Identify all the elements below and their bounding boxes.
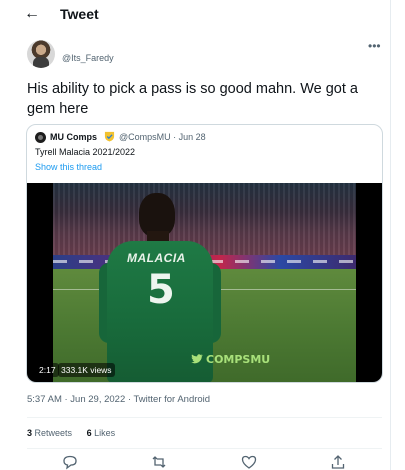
tweet-author: @Its_Faredy ••• [0,38,390,74]
more-icon[interactable]: ••• [368,39,381,53]
page-title: Tweet [60,6,99,22]
quoted-tweet-card[interactable]: MU Comps @CompsMU · Jun 28 Tyrell Malaci… [26,124,383,383]
column-divider [390,0,391,470]
likes-stat[interactable]: 6 Likes [87,428,116,438]
verified-badge-icon [104,131,115,142]
reply-icon[interactable] [62,454,78,470]
author-handle[interactable]: @Its_Faredy [62,53,114,63]
video-frame: MALACIA 5 COMPSMU [53,183,356,382]
retweet-icon[interactable] [151,454,167,470]
bird-icon [191,354,203,364]
show-thread-link[interactable]: Show this thread [35,162,102,172]
tweet-timestamp[interactable]: 5:37 AM · Jun 29, 2022 · Twitter for And… [27,394,210,405]
retweets-count: 3 [27,428,33,438]
tweet-actions [0,454,390,470]
tweet-text: His ability to pick a pass is so good ma… [27,81,358,117]
avatar[interactable] [27,40,55,68]
app-header: ← Tweet [0,0,390,30]
quoted-author-name[interactable]: MU Comps [50,132,97,142]
likes-count: 6 [86,428,92,438]
watermark-text: COMPSMU [206,353,271,366]
quoted-avatar[interactable] [35,132,46,143]
video-player[interactable]: MALACIA 5 COMPSMU 2:17 333.1K views [27,183,382,382]
video-watermark: COMPSMU [191,353,270,366]
heart-icon[interactable] [241,454,257,470]
retweets-stat[interactable]: 3 Retweets [27,428,72,438]
shirt-number: 5 [147,267,175,313]
video-views: 333.1K views [58,363,115,377]
divider [27,417,382,418]
tweet-stats: 3 Retweets 6 Likes [27,428,115,438]
quoted-author-meta: @CompsMU · Jun 28 [119,132,206,142]
video-duration: 2:17 [36,363,59,377]
share-icon[interactable] [330,454,346,470]
likes-label: Likes [94,428,116,438]
shirt-name: MALACIA [127,251,186,265]
divider [27,448,382,449]
retweets-label: Retweets [34,428,73,438]
quoted-tweet-text: Tyrell Malacia 2021/2022 [35,147,136,157]
arrow-left-icon[interactable]: ← [24,5,42,23]
